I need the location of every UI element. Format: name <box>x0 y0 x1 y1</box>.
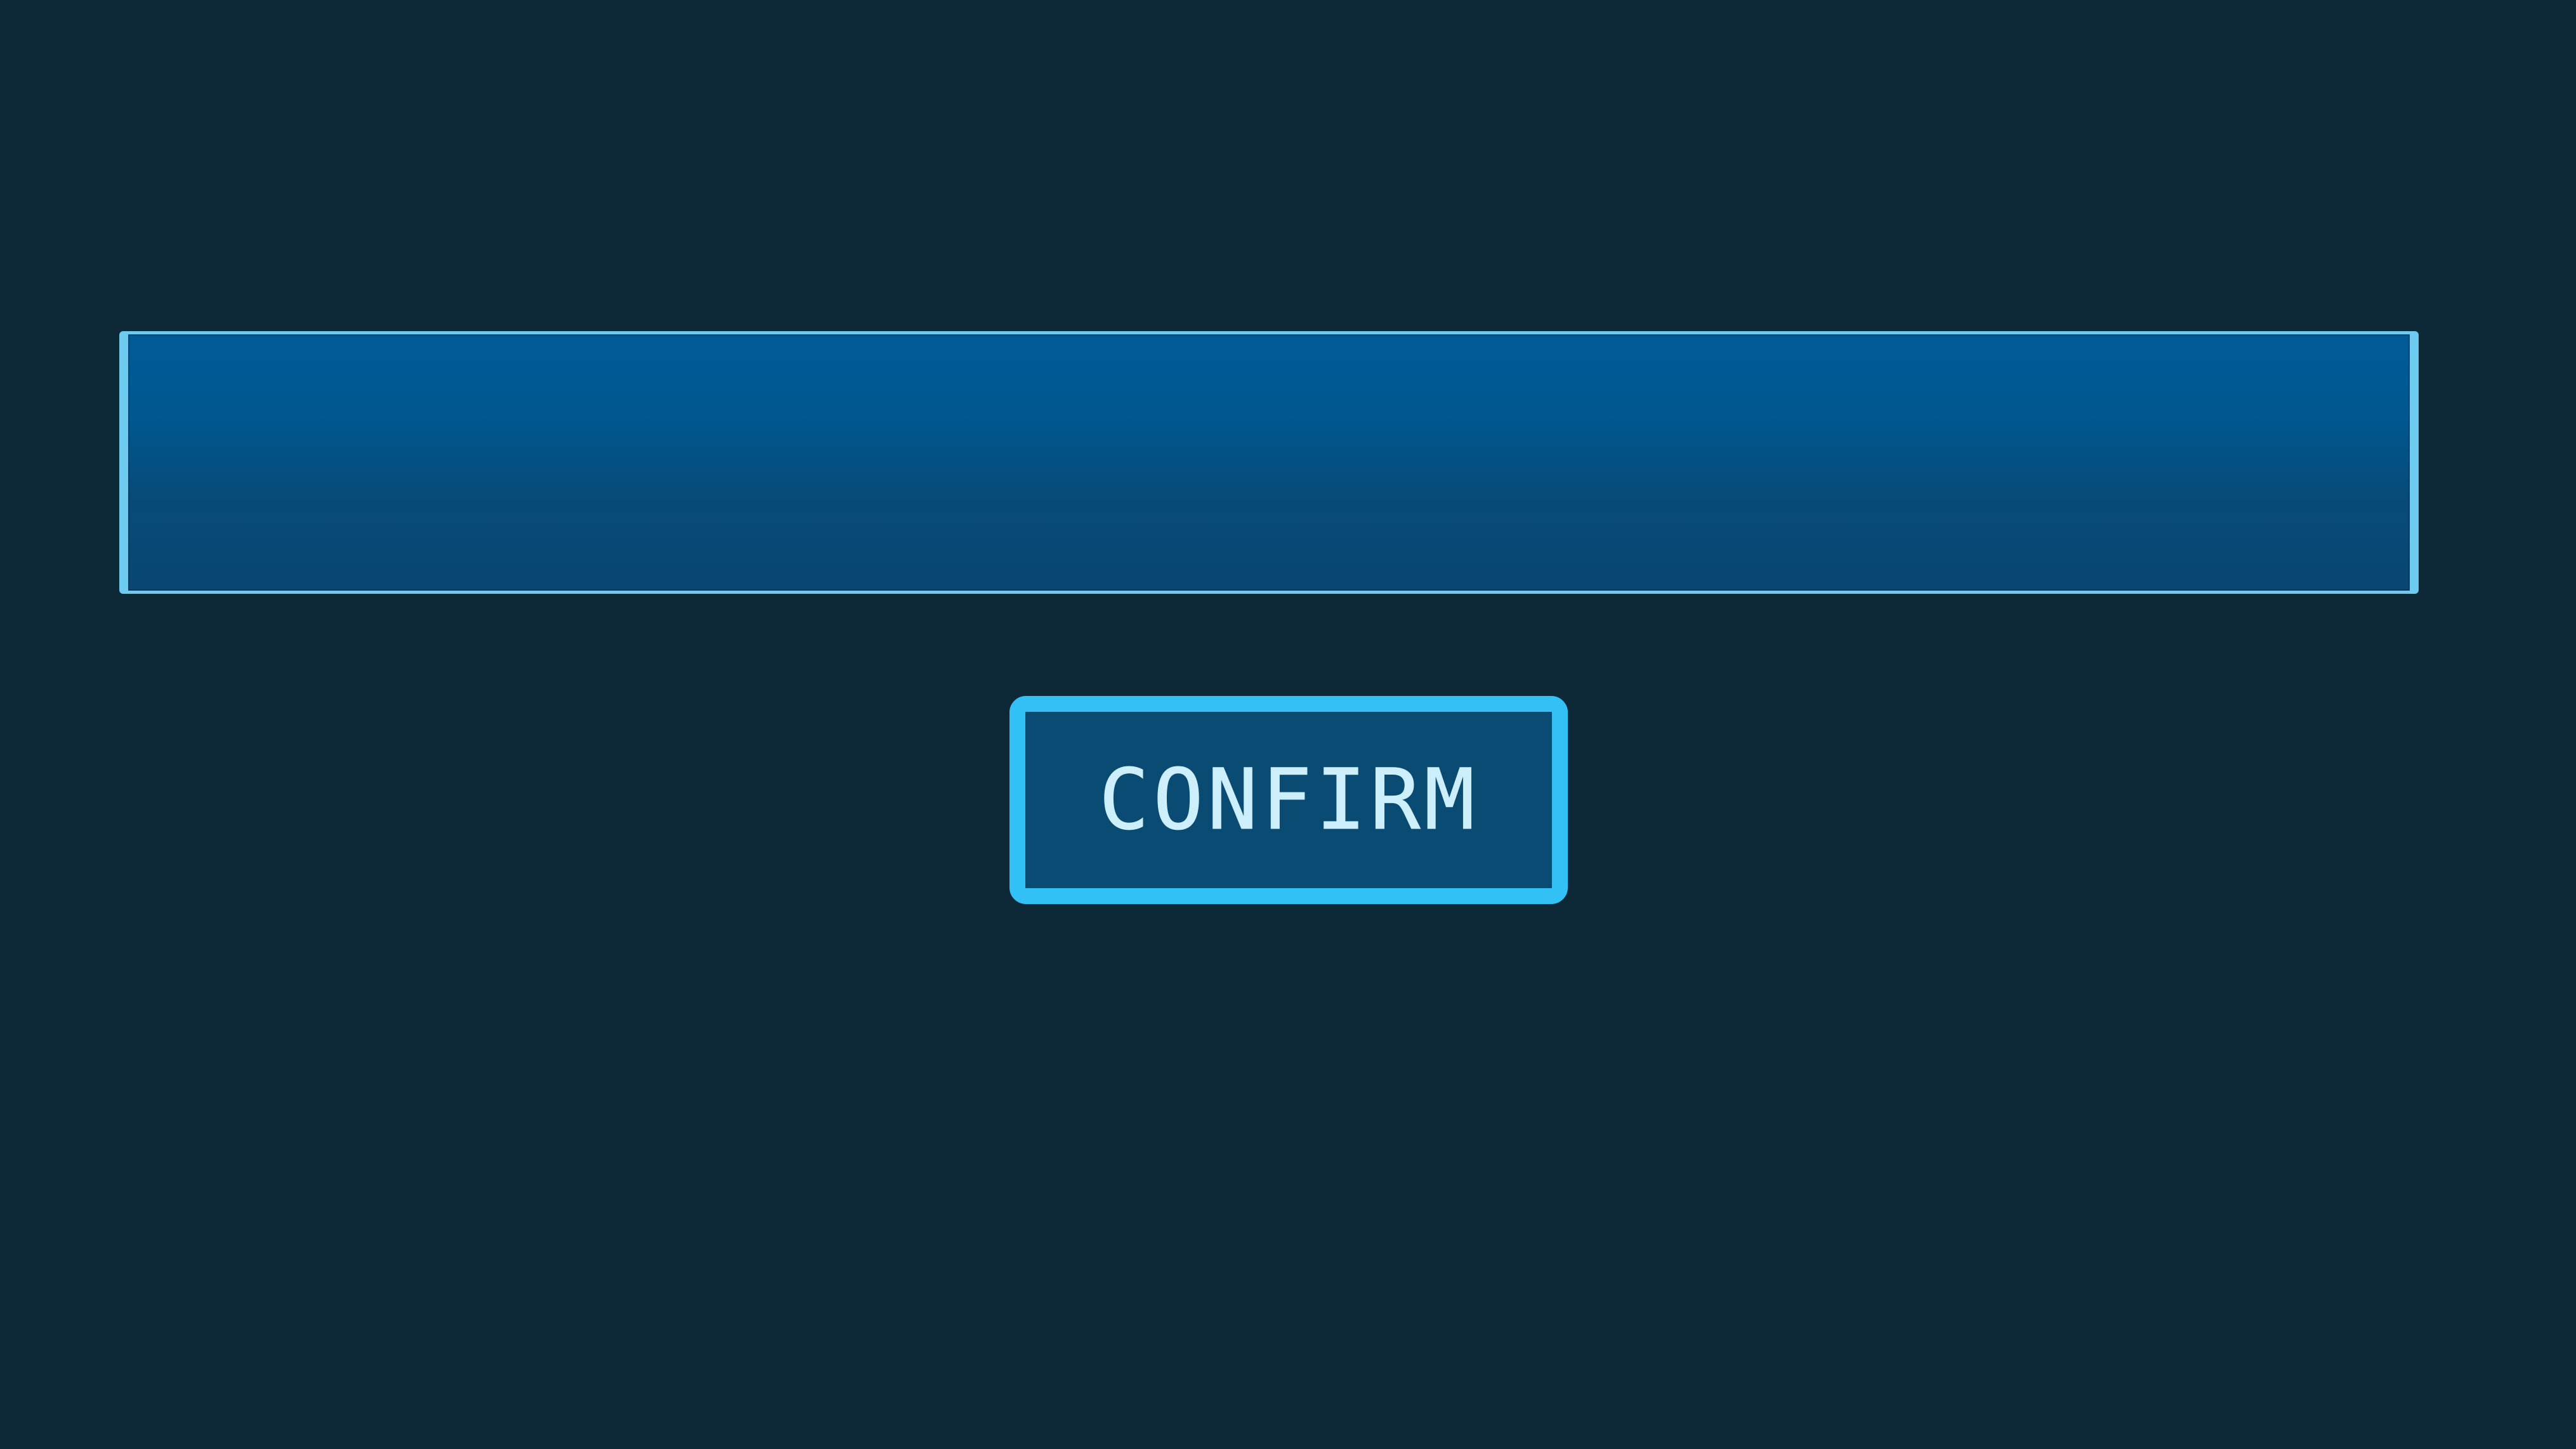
text-input-field[interactable] <box>119 331 2419 594</box>
confirm-button[interactable]: CONFIRM <box>1009 696 1568 904</box>
screen: CONFIRM <box>0 0 2576 1449</box>
text-input[interactable] <box>128 334 2410 591</box>
confirm-button-label: CONFIRM <box>1098 751 1479 849</box>
